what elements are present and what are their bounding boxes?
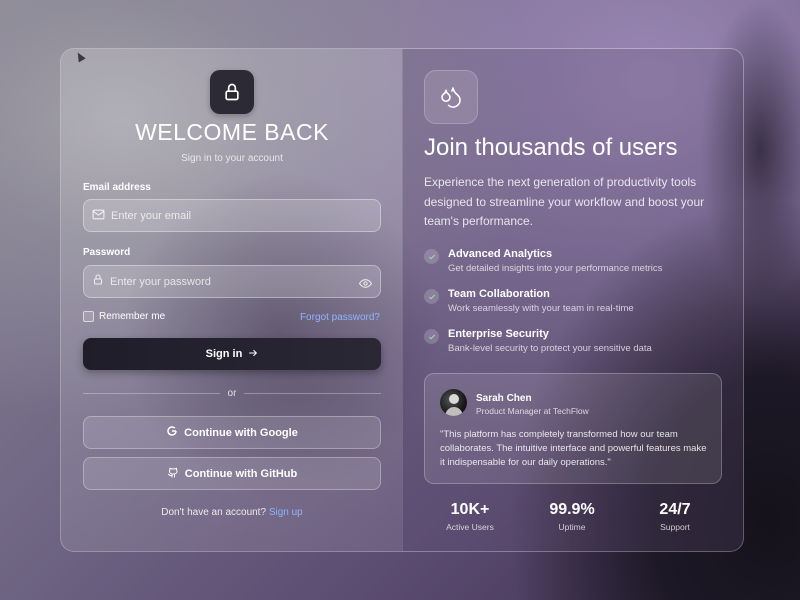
stat-value: 10K+ [450, 501, 490, 518]
auth-card: WELCOME BACK Sign in to your account Ema… [60, 48, 744, 552]
stat-value: 24/7 [659, 501, 691, 518]
lock-icon [210, 70, 254, 114]
promo-description: Experience the next generation of produc… [424, 175, 705, 228]
stat-label: Uptime [558, 522, 586, 532]
divider-text: or [227, 387, 237, 399]
testimonial-quote: "This platform has completely transforme… [440, 429, 707, 468]
password-placeholder: Enter your password [110, 275, 211, 288]
stat-label: Active Users [446, 522, 494, 532]
stat-item: 24/7 Support [635, 501, 715, 532]
divider-line [83, 392, 220, 394]
feature-title: Advanced Analytics [448, 248, 553, 260]
email-label: Email address [83, 182, 151, 193]
remember-checkbox[interactable] [83, 311, 94, 322]
mail-icon [92, 207, 105, 225]
feature-title: Team Collaboration [448, 288, 550, 300]
github-label: Continue with GitHub [184, 467, 298, 480]
feature-description: Get detailed insights into your performa… [448, 263, 663, 274]
login-panel: WELCOME BACK Sign in to your account Ema… [61, 49, 402, 551]
stat-item: 10K+ Active Users [430, 501, 510, 532]
feature-description: Work seamlessly with your team in real-t… [448, 303, 634, 314]
signin-label: Sign in [205, 348, 243, 360]
signup-prompt-text: Don't have an account? [161, 507, 267, 518]
signup-prompt: Don't have an account? Sign up [61, 507, 403, 518]
google-label: Continue with Google [184, 426, 298, 439]
water-drops-icon [424, 70, 478, 124]
divider-line [244, 392, 381, 394]
check-icon [424, 249, 439, 264]
avatar [440, 389, 467, 416]
stat-label: Support [660, 522, 690, 532]
github-icon [167, 466, 179, 481]
forgot-password-link[interactable]: Forgot password? [300, 312, 380, 323]
check-icon [424, 289, 439, 304]
page-subtitle: Sign in to your account [181, 153, 283, 164]
email-placeholder: Enter your email [111, 209, 192, 222]
stat-value: 99.9% [549, 501, 595, 518]
stat-item: 99.9% Uptime [532, 501, 612, 532]
testimonial-card: Sarah Chen Product Manager at TechFlow "… [424, 373, 722, 484]
google-signin-button[interactable]: Continue with Google [83, 416, 381, 449]
page-title: WELCOME BACK [135, 119, 329, 145]
email-field[interactable]: Enter your email [83, 199, 381, 232]
promo-panel: Join thousands of users Experience the n… [402, 49, 743, 551]
password-lock-icon [92, 273, 104, 291]
github-signin-button[interactable]: Continue with GitHub [83, 457, 381, 490]
password-label: Password [83, 247, 131, 258]
remember-label: Remember me [99, 311, 166, 322]
google-icon [166, 425, 178, 440]
feature-description: Bank-level security to protect your sens… [448, 343, 652, 354]
password-field[interactable]: Enter your password [83, 265, 381, 298]
testimonial-role: Product Manager at TechFlow [476, 406, 589, 416]
testimonial-name: Sarah Chen [476, 393, 532, 404]
eye-icon[interactable] [358, 276, 373, 294]
feature-title: Enterprise Security [448, 328, 549, 340]
signup-link[interactable]: Sign up [269, 507, 303, 518]
arrow-right-icon [248, 348, 258, 361]
promo-title: Join thousands of users [424, 134, 678, 161]
signin-button[interactable]: Sign in [83, 338, 381, 370]
remember-me[interactable]: Remember me [83, 311, 165, 322]
or-divider: or [83, 387, 381, 399]
check-icon [424, 329, 439, 344]
